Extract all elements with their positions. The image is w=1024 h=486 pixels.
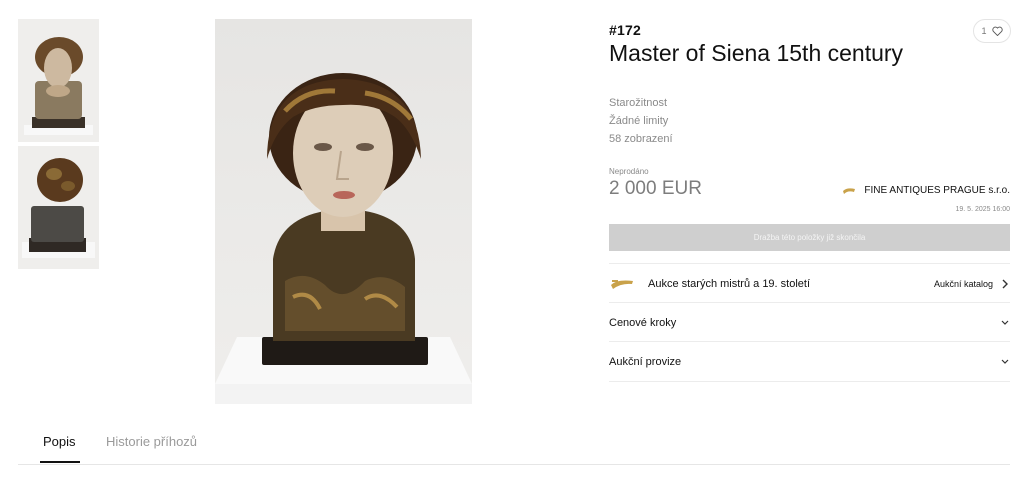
price-steps-label: Cenové kroky: [609, 316, 677, 329]
seller-logo-icon: [843, 188, 856, 194]
auction-info-row[interactable]: Aukce starých mistrů a 19. století Aukčn…: [609, 263, 1010, 303]
commission-label: Aukční provize: [609, 355, 682, 368]
bust-back-thumbnail-image: [18, 146, 99, 269]
lot-views: 58 zobrazení: [609, 133, 673, 145]
tab-description[interactable]: Popis: [43, 434, 76, 449]
sale-status: Neprodáno: [609, 167, 649, 176]
seller-name: FINE ANTIQUES PRAGUE s.r.o.: [864, 185, 1010, 196]
active-tab-indicator: [40, 461, 80, 463]
auction-catalog-label: Aukční katalog: [933, 278, 993, 289]
thumbnail-front[interactable]: [18, 19, 99, 142]
auction-date: 19. 5. 2025 16:00: [955, 206, 1011, 213]
bust-sculpture-image: [215, 19, 472, 404]
lot-title: Master of Siena 15th century: [609, 40, 904, 66]
auction-catalog-link[interactable]: Aukční katalog: [934, 279, 1010, 289]
thumbnail-back[interactable]: [18, 146, 99, 269]
bust-front-thumbnail-image: [18, 19, 99, 142]
favorite-count: 1: [981, 26, 987, 36]
seller-link[interactable]: FINE ANTIQUES PRAGUE s.r.o.: [842, 185, 1010, 196]
auction-ended-label: Dražba této položky již skončila: [753, 233, 866, 242]
detail-tabs: Popis Historie příhozů: [18, 422, 1010, 465]
lot-limits: Žádné limity: [609, 115, 669, 127]
auction-house-logo-icon: [611, 279, 633, 289]
lot-category: Starožitnost: [609, 97, 668, 109]
chevron-down-icon: [1001, 320, 1009, 325]
price-steps-accordion[interactable]: Cenové kroky: [609, 302, 1010, 342]
heart-icon: [991, 26, 1003, 36]
favorite-button[interactable]: 1: [973, 19, 1011, 43]
commission-accordion[interactable]: Aukční provize: [609, 341, 1010, 382]
auction-name: Aukce starých mistrů a 19. století: [648, 277, 811, 290]
lot-price: 2 000 EUR: [609, 178, 702, 199]
lot-number: #172: [609, 22, 641, 38]
main-product-image[interactable]: [215, 19, 472, 404]
tab-bid-history[interactable]: Historie příhozů: [106, 434, 197, 449]
chevron-down-icon: [1001, 359, 1009, 364]
chevron-right-icon: [1002, 279, 1008, 288]
auction-ended-button[interactable]: Dražba této položky již skončila: [609, 224, 1010, 251]
